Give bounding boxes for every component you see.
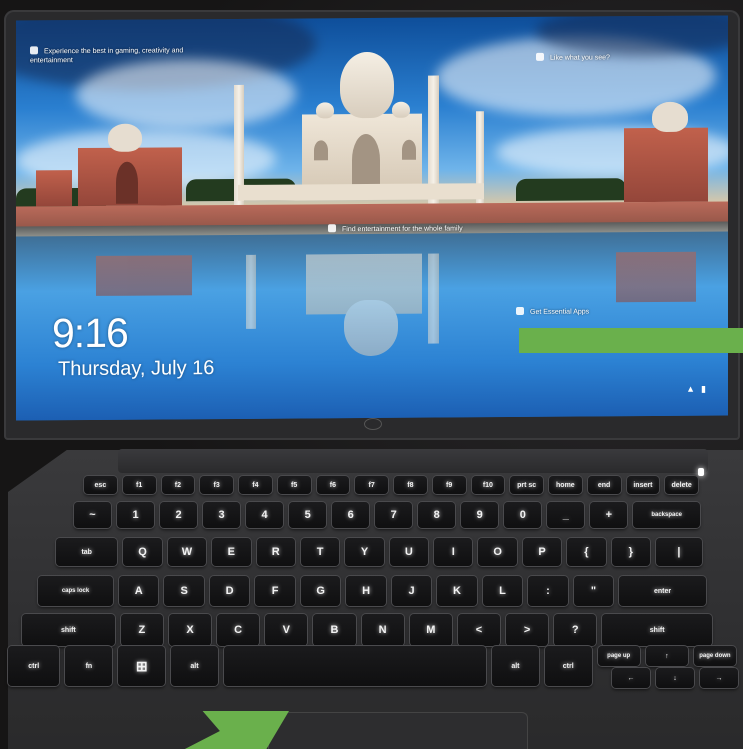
key-o[interactable]: O <box>478 538 517 566</box>
key-esc[interactable]: esc <box>84 476 117 494</box>
key-0[interactable]: 0 <box>504 502 542 528</box>
key-s[interactable]: S <box>164 576 204 606</box>
key-page-down[interactable]: page down <box>693 646 736 666</box>
key-p[interactable]: P <box>522 538 562 566</box>
key-home[interactable]: home <box>549 476 582 494</box>
key-sym-11[interactable]: " <box>573 576 614 606</box>
key-7[interactable]: 7 <box>375 502 413 528</box>
key-h[interactable]: H <box>346 576 386 606</box>
key-6[interactable]: 6 <box>332 502 370 528</box>
key-sym-13[interactable]: | <box>655 538 702 566</box>
key-5[interactable]: 5 <box>289 502 327 528</box>
key-b[interactable]: B <box>313 614 356 646</box>
key-m[interactable]: M <box>409 614 452 646</box>
key-sym-11[interactable]: { <box>567 538 606 566</box>
key-g[interactable]: G <box>300 576 341 606</box>
key-f6[interactable]: f6 <box>316 476 350 494</box>
key-space[interactable] <box>223 646 486 686</box>
key-enter[interactable]: enter <box>619 576 706 606</box>
key-prt-sc[interactable]: prt sc <box>510 476 543 494</box>
key-caps-lock[interactable]: caps lock <box>38 576 113 606</box>
photo-background: Experience the best in gaming, creativit… <box>0 0 743 749</box>
key-l[interactable]: L <box>482 576 523 606</box>
key-sym-2[interactable]: → <box>700 668 738 688</box>
key-shift[interactable]: shift <box>22 614 115 646</box>
key-sym-11[interactable]: _ <box>547 502 585 528</box>
key-fn[interactable]: fn <box>65 646 113 686</box>
key-shift[interactable]: shift <box>602 614 712 646</box>
key-sym-12[interactable]: } <box>611 538 650 566</box>
key-page-up[interactable]: page up <box>597 646 640 666</box>
green-marker-right <box>519 328 743 353</box>
key-sym-9[interactable]: > <box>506 614 549 646</box>
key-9[interactable]: 9 <box>461 502 499 528</box>
touchpad[interactable] <box>268 712 528 749</box>
key-f3[interactable]: f3 <box>200 476 233 494</box>
key-k[interactable]: K <box>437 576 477 606</box>
key-tab[interactable]: tab <box>56 538 118 566</box>
keyboard: esc f1 f2 f3 f4 f5 f6 f7 f8 f9 f10 prt sc home end ins… <box>0 0 743 749</box>
key-v[interactable]: V <box>265 614 308 646</box>
windows-icon: ⊞ <box>135 657 148 674</box>
key-u[interactable]: U <box>389 538 429 566</box>
key-alt[interactable]: alt <box>171 646 218 686</box>
key-delete[interactable]: delete <box>665 476 698 494</box>
key-x[interactable]: X <box>168 614 212 646</box>
key-i[interactable]: I <box>434 538 473 566</box>
key-ctrl[interactable]: ctrl <box>544 646 592 686</box>
key-r[interactable]: R <box>256 538 295 566</box>
key-d[interactable]: D <box>209 576 250 606</box>
key-1[interactable]: 1 <box>117 502 155 528</box>
key-j[interactable]: J <box>391 576 432 606</box>
key-backspace[interactable]: backspace <box>633 502 700 528</box>
key-2[interactable]: 2 <box>160 502 198 528</box>
key-sym-8[interactable]: < <box>457 614 501 646</box>
key-f9[interactable]: f9 <box>432 476 466 494</box>
key-n[interactable]: N <box>361 614 404 646</box>
key-insert[interactable]: insert <box>626 476 660 494</box>
key-3[interactable]: 3 <box>203 502 241 528</box>
key-4[interactable]: 4 <box>246 502 284 528</box>
key-sym-10[interactable]: : <box>528 576 568 606</box>
key-c[interactable]: C <box>217 614 260 646</box>
key-8[interactable]: 8 <box>418 502 456 528</box>
key-w[interactable]: W <box>167 538 207 566</box>
key-z[interactable]: Z <box>120 614 163 646</box>
key-sym-10[interactable]: ? <box>554 614 597 646</box>
key-end[interactable]: end <box>587 476 621 494</box>
key-f5[interactable]: f5 <box>277 476 311 494</box>
key-sym-1[interactable]: ↓ <box>656 668 694 688</box>
key-alt[interactable]: alt <box>492 646 539 686</box>
key-f7[interactable]: f7 <box>355 476 388 494</box>
key-a[interactable]: A <box>118 576 159 606</box>
key-f10[interactable]: f10 <box>471 476 505 494</box>
key-f8[interactable]: f8 <box>394 476 427 494</box>
key-sym-0[interactable]: ~ <box>74 502 112 528</box>
key-f1[interactable]: f1 <box>122 476 156 494</box>
key-y[interactable]: Y <box>345 538 384 566</box>
key-t[interactable]: T <box>300 538 340 566</box>
key-e[interactable]: E <box>212 538 251 566</box>
key-sym-8[interactable]: ↑ <box>645 646 688 666</box>
key-windows[interactable]: ⊞ <box>118 646 166 686</box>
key-f2[interactable]: f2 <box>161 476 195 494</box>
key-q[interactable]: Q <box>123 538 162 566</box>
key-ctrl[interactable]: ctrl <box>8 646 60 686</box>
key-sym-0[interactable]: ← <box>612 668 650 688</box>
key-f4[interactable]: f4 <box>239 476 272 494</box>
key-f[interactable]: F <box>255 576 295 606</box>
key-sym-12[interactable]: + <box>590 502 628 528</box>
